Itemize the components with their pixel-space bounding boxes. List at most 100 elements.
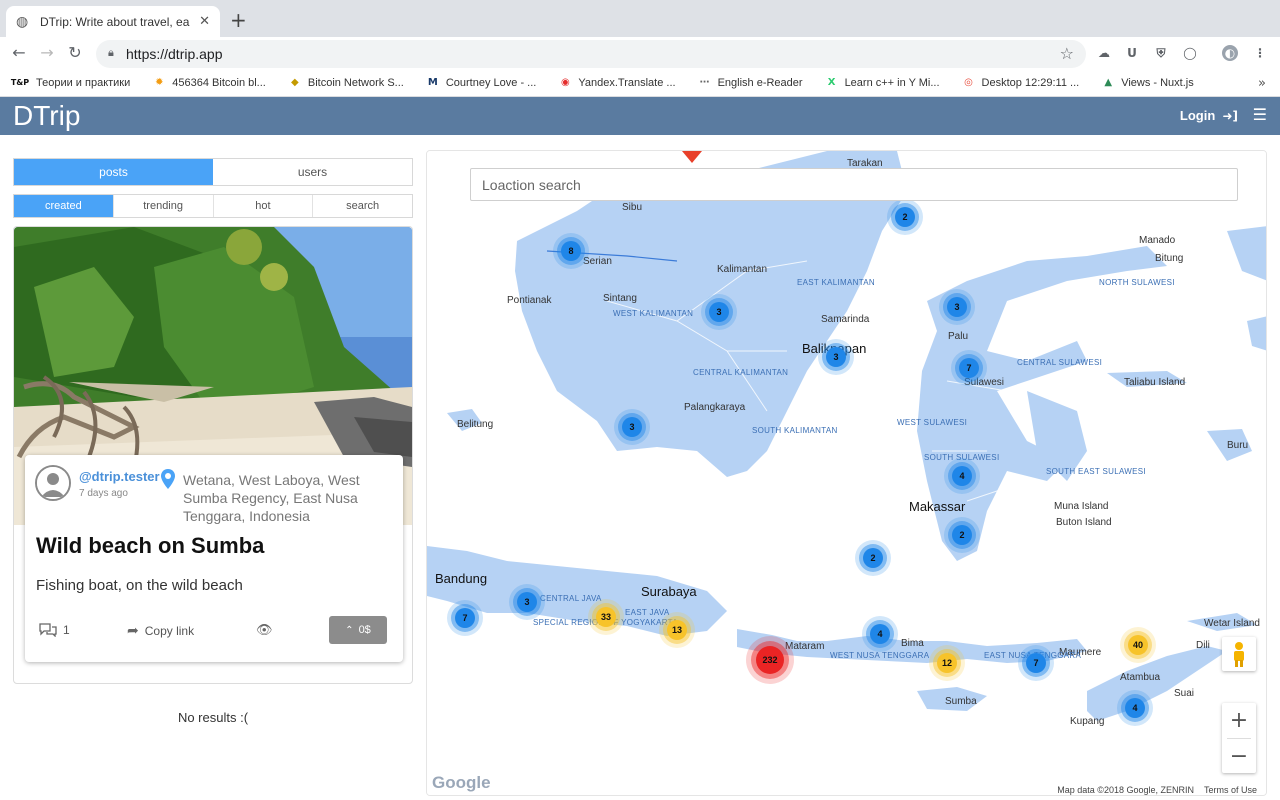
street-view-pegman[interactable]: [1222, 637, 1256, 671]
bookmark-label: Learn c++ in Y Mi...: [844, 77, 940, 89]
address-bar[interactable]: 🔒︎ https://dtrip.app ☆: [96, 40, 1086, 68]
map-region-label: CENTRAL SULAWESI: [1017, 358, 1103, 367]
forward-icon[interactable]: →: [36, 42, 58, 64]
post-location[interactable]: Wetana, West Laboya, West Sumba Regency,…: [183, 471, 383, 525]
map-cluster-marker[interactable]: 232: [756, 646, 784, 674]
new-tab-icon[interactable]: +: [230, 9, 247, 31]
bookmark-item[interactable]: T&P Теории и практики: [10, 76, 130, 90]
bookmark-label: Courtney Love - ...: [445, 77, 537, 89]
map-cluster-marker[interactable]: 8: [561, 241, 581, 261]
map-place-label: Bima: [901, 638, 924, 649]
tab-created[interactable]: created: [14, 195, 114, 217]
map-cluster-marker[interactable]: 3: [709, 302, 729, 322]
login-button[interactable]: Login ➜]: [1180, 108, 1238, 123]
bookmark-item[interactable]: ◆ Bitcoin Network S...: [288, 76, 404, 90]
post-title[interactable]: Wild beach on Sumba: [36, 533, 264, 559]
map-cluster-marker[interactable]: 2: [952, 525, 972, 545]
eye-icon: 👁︎: [256, 623, 273, 638]
map-cluster-marker[interactable]: 33: [596, 607, 616, 627]
map-cluster-marker[interactable]: 12: [937, 653, 957, 673]
bookmark-item[interactable]: ⋯ English e-Reader: [698, 76, 803, 90]
map-cluster-marker[interactable]: 3: [517, 592, 537, 612]
tab-posts[interactable]: posts: [14, 159, 213, 185]
map-region-label: WEST SULAWESI: [897, 418, 968, 427]
zoom-in-icon[interactable]: +: [1222, 703, 1256, 738]
ux-extension-icon[interactable]: U: [1124, 45, 1140, 61]
close-tab-icon[interactable]: ✕: [199, 14, 210, 29]
browser-tab[interactable]: ◍ DTrip: Write about travel, earn ✕: [6, 6, 220, 37]
tab-search[interactable]: search: [313, 195, 412, 217]
bookmark-label: Desktop 12:29:11 ...: [981, 77, 1080, 89]
map-cluster-marker[interactable]: 13: [667, 620, 687, 640]
more-bookmarks-icon[interactable]: »: [1258, 76, 1266, 91]
map-place-label: Sumba: [945, 696, 977, 707]
map-place-label: Wetar Island: [1204, 618, 1260, 629]
main-tabs: posts users: [13, 158, 413, 186]
map-cluster-marker[interactable]: 7: [959, 358, 979, 378]
profile-avatar-icon[interactable]: ◐: [1222, 45, 1238, 61]
map-cluster-marker[interactable]: 3: [947, 297, 967, 317]
map-cluster-marker[interactable]: 2: [895, 207, 915, 227]
map-region-label: SOUTH EAST SULAWESI: [1046, 467, 1146, 476]
tab-users[interactable]: users: [213, 159, 412, 185]
bookmark-item[interactable]: X Learn c++ in Y Mi...: [825, 76, 940, 90]
bookmark-item[interactable]: ◉ Yandex.Translate ...: [558, 76, 676, 90]
upvote-button[interactable]: ⌃ 0$: [329, 616, 387, 644]
shield-icon[interactable]: ⛨: [1153, 45, 1169, 61]
map-cluster-marker[interactable]: 4: [952, 466, 972, 486]
pegman-icon: [1234, 642, 1244, 667]
map-place-label: Serian: [583, 256, 612, 267]
map-place-label: Pontianak: [507, 295, 552, 306]
kebab-menu-icon[interactable]: ⋮: [1252, 45, 1268, 61]
tab-trending[interactable]: trending: [113, 195, 214, 217]
app-root: ◍ DTrip: Write about travel, earn ✕ + ← …: [0, 0, 1280, 800]
copy-link-button[interactable]: ➦ Copy link: [127, 623, 194, 639]
terms-link[interactable]: Terms of Use: [1204, 785, 1257, 795]
post-card[interactable]: @dtrip.tester 7 days ago Wetana, West La…: [25, 455, 403, 662]
cloud-icon[interactable]: ☁: [1096, 45, 1112, 61]
star-icon[interactable]: ☆: [1060, 44, 1074, 63]
zoom-out-icon[interactable]: −: [1222, 739, 1256, 774]
circle-extension-icon[interactable]: ◯: [1182, 45, 1198, 61]
comments-button[interactable]: 1: [39, 623, 70, 637]
lock-icon: 🔒︎: [108, 46, 114, 59]
map-place-label: Bandung: [435, 571, 488, 586]
reload-icon[interactable]: ↻: [64, 42, 86, 64]
map-place-label: Dili: [1196, 640, 1210, 651]
post-author[interactable]: @dtrip.tester: [79, 469, 160, 484]
map-cluster-marker[interactable]: 7: [1026, 653, 1046, 673]
map-place-label: Palu: [948, 331, 969, 342]
map-place-label: Belitung: [457, 419, 494, 430]
bookmark-item[interactable]: ▲ Views - Nuxt.js: [1101, 76, 1193, 90]
map-cluster-marker[interactable]: 4: [1125, 698, 1145, 718]
hamburger-menu-icon[interactable]: ☰: [1253, 105, 1267, 124]
no-results-message: No results :(: [177, 710, 249, 725]
bookmark-favicon-icon: X: [827, 77, 836, 88]
map-cluster-marker[interactable]: 3: [622, 417, 642, 437]
map-cluster-marker[interactable]: 3: [826, 347, 846, 367]
map-cluster-marker[interactable]: 2: [863, 548, 883, 568]
tab-hot[interactable]: hot: [213, 195, 314, 217]
bookmarks-bar: T&P Теории и практики ✹ 456364 Bitcoin bl..…: [0, 70, 1280, 97]
post-date: 7 days ago: [79, 488, 128, 499]
globe-icon: ◍: [16, 13, 29, 30]
map-place-label: Taliabu Island: [1124, 377, 1186, 388]
map-panel[interactable]: Tarakan Sibu Manado Bitung Serian Kalimantan P…: [426, 150, 1267, 796]
author-avatar[interactable]: [35, 465, 71, 501]
map-cluster-marker[interactable]: 7: [455, 608, 475, 628]
back-icon[interactable]: ←: [8, 42, 30, 64]
map-cluster-marker[interactable]: 4: [870, 624, 890, 644]
bookmark-item[interactable]: ✹ 456364 Bitcoin bl...: [152, 76, 266, 90]
map-region-label: CENTRAL JAVA: [540, 594, 602, 603]
location-search-input[interactable]: [470, 168, 1238, 201]
sub-tabs: created trending hot search: [13, 194, 413, 218]
vote-amount: 0$: [358, 624, 371, 636]
brand-logo[interactable]: DTrip: [13, 100, 80, 132]
bookmark-item[interactable]: M Courtney Love - ...: [426, 76, 537, 90]
map-place-label: Muna Island: [1054, 501, 1109, 512]
map-cluster-marker[interactable]: 40: [1128, 635, 1148, 655]
zoom-control: + −: [1222, 703, 1256, 773]
google-logo[interactable]: Google: [432, 773, 491, 793]
bookmark-favicon-icon: T&P: [10, 78, 30, 87]
bookmark-item[interactable]: ◎ Desktop 12:29:11 ...: [962, 76, 1080, 90]
